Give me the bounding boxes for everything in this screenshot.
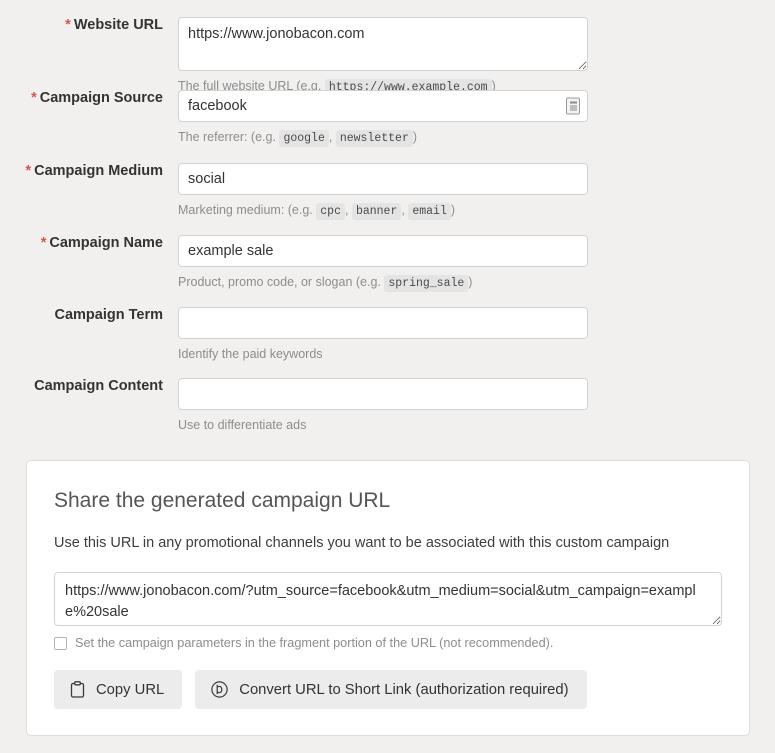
label-campaign-medium: *Campaign Medium <box>0 163 178 180</box>
helper-prefix: The referrer: (e.g. <box>178 130 276 144</box>
helper-code-email: email <box>408 203 451 220</box>
campaign-source-input-wrap <box>178 90 588 122</box>
helper-suffix: ) <box>413 130 417 144</box>
helper-prefix: Product, promo code, or slogan (e.g. <box>178 275 381 289</box>
helper-code-cpc: cpc <box>316 203 345 220</box>
helper-suffix: ) <box>451 203 455 217</box>
label-website-url: *Website URL <box>0 17 178 34</box>
form-row-website-url: *Website URL The full website URL (e.g. … <box>0 17 775 95</box>
form-row-campaign-content: Campaign Content Use to differentiate ad… <box>0 378 775 434</box>
field-wrap-campaign-source: The referrer: (e.g. google, newsletter) <box>178 90 775 147</box>
copy-url-button-label: Copy URL <box>96 682 164 698</box>
helper-suffix: ) <box>468 275 472 289</box>
card-button-row: Copy URL Convert URL to Short Link (auth… <box>54 670 722 709</box>
label-campaign-content: Campaign Content <box>0 378 178 395</box>
helper-campaign-medium: Marketing medium: (e.g. cpc, banner, ema… <box>178 202 588 220</box>
share-campaign-url-card: Share the generated campaign URL Use thi… <box>26 460 750 736</box>
clipboard-icon <box>70 681 85 698</box>
label-text: Campaign Source <box>40 90 163 106</box>
datalist-dropdown-icon[interactable] <box>566 98 580 115</box>
helper-comma: , <box>329 130 332 144</box>
helper-campaign-name: Product, promo code, or slogan (e.g. spr… <box>178 274 588 292</box>
card-subtitle: Use this URL in any promotional channels… <box>54 534 722 553</box>
campaign-source-input[interactable] <box>178 90 588 122</box>
required-asterisk-icon: * <box>25 163 31 179</box>
label-campaign-source: *Campaign Source <box>0 90 178 107</box>
label-text: Campaign Content <box>34 378 163 394</box>
helper-campaign-content: Use to differentiate ads <box>178 417 588 434</box>
label-text: Website URL <box>74 17 163 33</box>
required-asterisk-icon: * <box>41 235 47 251</box>
convert-short-link-button-label: Convert URL to Short Link (authorization… <box>239 682 568 698</box>
helper-comma: , <box>345 203 348 217</box>
label-campaign-name: *Campaign Name <box>0 235 178 252</box>
campaign-medium-input[interactable] <box>178 163 588 195</box>
website-url-input[interactable] <box>178 17 588 71</box>
campaign-term-input[interactable] <box>178 307 588 339</box>
helper-code-newsletter: newsletter <box>336 130 413 147</box>
field-wrap-website-url: The full website URL (e.g. https://www.e… <box>178 17 775 95</box>
campaign-name-input[interactable] <box>178 235 588 267</box>
bitly-icon <box>211 681 228 698</box>
helper-campaign-source: The referrer: (e.g. google, newsletter) <box>178 129 588 147</box>
label-text: Campaign Medium <box>34 163 163 179</box>
field-wrap-campaign-term: Identify the paid keywords <box>178 307 775 363</box>
helper-campaign-term: Identify the paid keywords <box>178 346 588 363</box>
label-campaign-term: Campaign Term <box>0 307 178 324</box>
label-text: Campaign Name <box>49 235 163 251</box>
fragment-checkbox[interactable] <box>54 637 67 650</box>
form-row-campaign-source: *Campaign Source The referrer: (e.g. goo… <box>0 90 775 147</box>
utm-campaign-builder-page: *Website URL The full website URL (e.g. … <box>0 0 775 753</box>
fragment-checkbox-label: Set the campaign parameters in the fragm… <box>75 636 553 651</box>
form-row-campaign-medium: *Campaign Medium Marketing medium: (e.g.… <box>0 163 775 220</box>
helper-code-spring-sale: spring_sale <box>384 275 468 292</box>
label-text: Campaign Term <box>54 307 163 323</box>
form-row-campaign-name: *Campaign Name Product, promo code, or s… <box>0 235 775 292</box>
required-asterisk-icon: * <box>31 90 37 106</box>
helper-prefix: Marketing medium: (e.g. <box>178 203 313 217</box>
campaign-content-input[interactable] <box>178 378 588 410</box>
field-wrap-campaign-content: Use to differentiate ads <box>178 378 775 434</box>
fragment-checkbox-row[interactable]: Set the campaign parameters in the fragm… <box>54 636 722 651</box>
helper-comma: , <box>401 203 404 217</box>
copy-url-button[interactable]: Copy URL <box>54 670 182 709</box>
required-asterisk-icon: * <box>65 17 71 33</box>
card-title: Share the generated campaign URL <box>54 488 722 513</box>
generated-url-textarea[interactable] <box>54 572 722 626</box>
convert-short-link-button[interactable]: Convert URL to Short Link (authorization… <box>195 670 586 709</box>
helper-code-google: google <box>279 130 328 147</box>
field-wrap-campaign-medium: Marketing medium: (e.g. cpc, banner, ema… <box>178 163 775 220</box>
form-row-campaign-term: Campaign Term Identify the paid keywords <box>0 307 775 363</box>
field-wrap-campaign-name: Product, promo code, or slogan (e.g. spr… <box>178 235 775 292</box>
helper-code-banner: banner <box>352 203 401 220</box>
